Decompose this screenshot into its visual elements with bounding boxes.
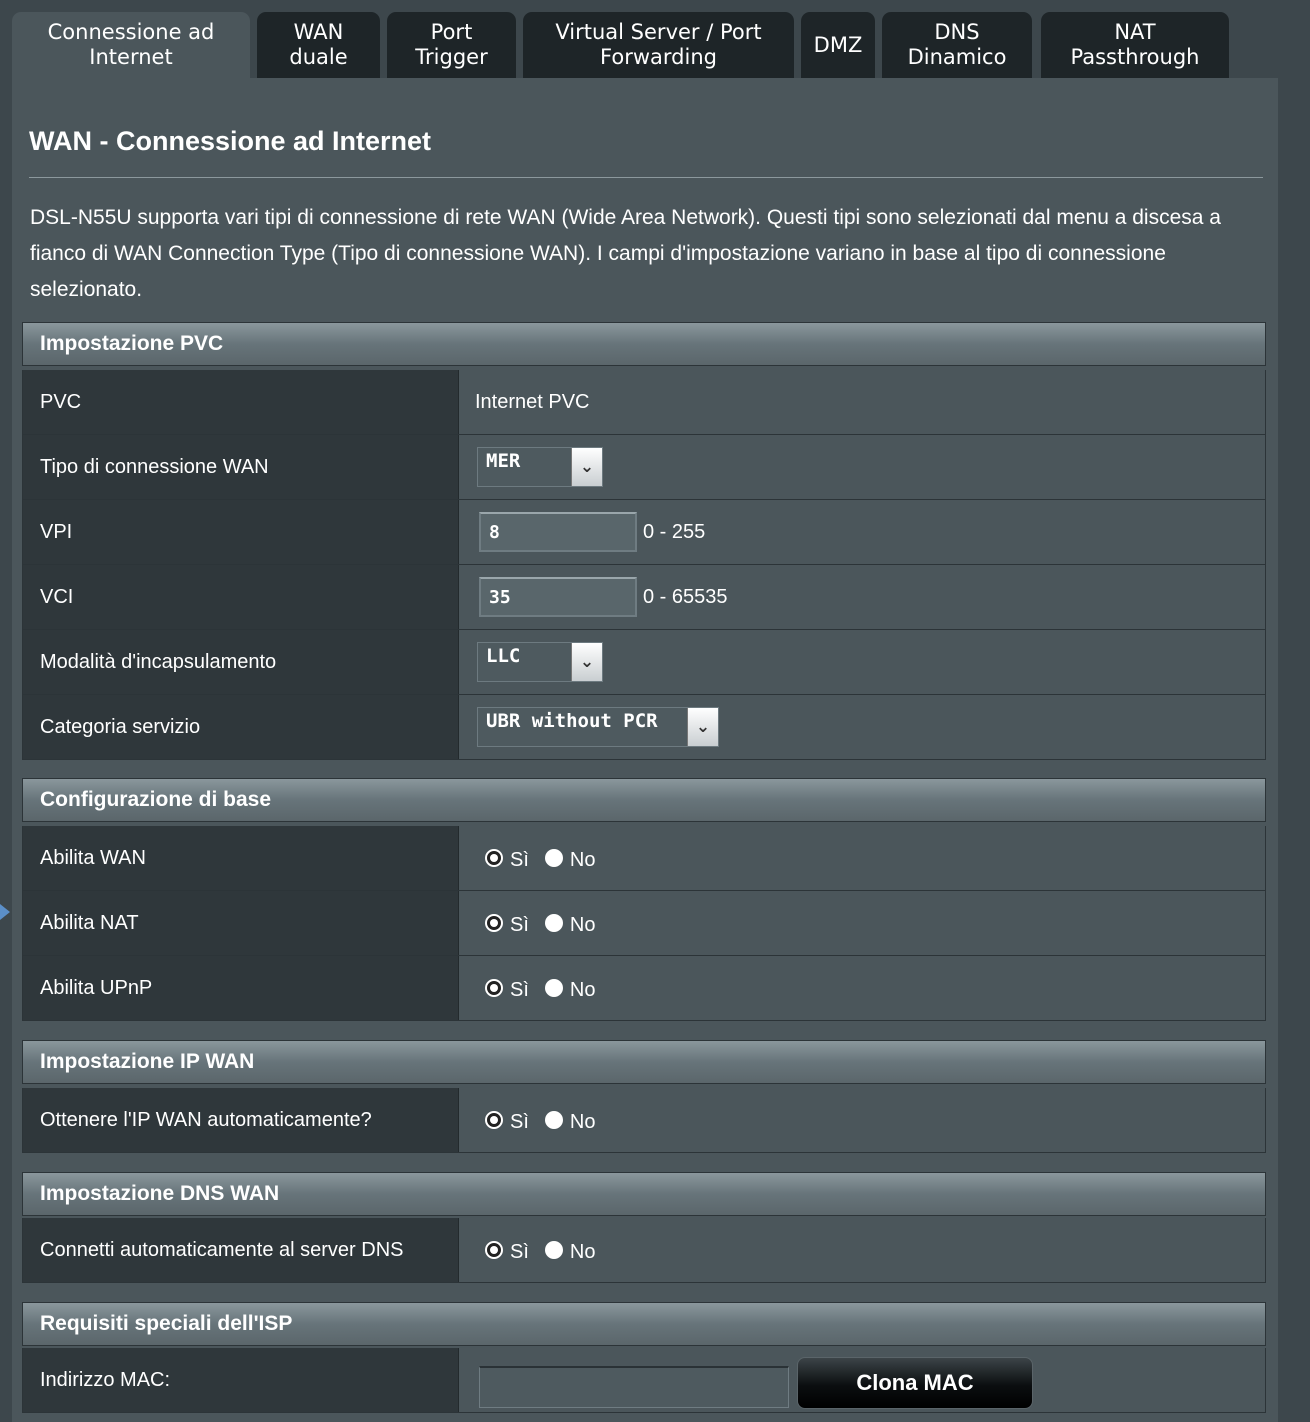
section-header-basic: Configurazione di base xyxy=(22,778,1266,822)
vci-input[interactable]: 35 xyxy=(479,577,637,617)
row-auto-ip: Ottenere l'IP WAN automaticamente? Sì No xyxy=(22,1088,1266,1153)
enable-wan-no-radio[interactable] xyxy=(544,849,563,867)
content-panel: WAN - Connessione ad Internet DSL-N55U s… xyxy=(12,78,1278,1422)
radio-no-label: No xyxy=(569,848,596,871)
row-enable-wan: Abilita WAN Sì No xyxy=(22,826,1266,891)
row-enable-upnp: Abilita UPnP Sì No xyxy=(22,956,1266,1021)
service-select[interactable]: UBR without PCR ⌄ xyxy=(477,707,719,747)
row-auto-dns: Connetti automaticamente al server DNS S… xyxy=(22,1218,1266,1283)
wan-type-label: Tipo di connessione WAN xyxy=(23,435,459,499)
encap-selected: LLC xyxy=(486,645,521,667)
section-title: Impostazione PVC xyxy=(40,332,224,355)
enable-wan-label: Abilita WAN xyxy=(23,826,459,890)
radio-yes-label: Sì xyxy=(510,1110,529,1133)
tab-dmz[interactable]: DMZ xyxy=(801,12,875,78)
enable-nat-no-radio[interactable] xyxy=(544,914,563,932)
chevron-down-icon[interactable]: ⌄ xyxy=(571,643,602,681)
section-title: Impostazione DNS WAN xyxy=(40,1182,280,1205)
wan-type-select[interactable]: MER ⌄ xyxy=(477,447,603,487)
tab-virtual-server[interactable]: Virtual Server / Port Forwarding xyxy=(523,12,794,78)
auto-ip-yes-radio[interactable] xyxy=(485,1111,503,1129)
vpi-label: VPI xyxy=(23,500,459,564)
title-divider xyxy=(29,177,1263,178)
enable-upnp-yes-radio[interactable] xyxy=(485,979,503,997)
auto-dns-no-radio[interactable] xyxy=(544,1241,563,1259)
tab-dual-wan[interactable]: WAN duale xyxy=(257,12,380,78)
service-selected: UBR without PCR xyxy=(486,710,658,732)
side-marker-icon xyxy=(0,904,10,920)
clone-mac-button[interactable]: Clona MAC xyxy=(797,1357,1033,1409)
mac-address-input[interactable] xyxy=(479,1366,789,1408)
row-pvc: PVC Internet PVC xyxy=(22,370,1266,435)
page-description: DSL-N55U supporta vari tipi di connessio… xyxy=(30,206,1221,301)
section-title: Impostazione IP WAN xyxy=(40,1050,255,1073)
tab-internet-connection[interactable]: Connessione ad Internet xyxy=(12,12,250,78)
vpi-input[interactable]: 8 xyxy=(479,512,637,552)
pvc-label: PVC xyxy=(23,370,459,434)
encap-select[interactable]: LLC ⌄ xyxy=(477,642,603,682)
section-header-wan-dns: Impostazione DNS WAN xyxy=(22,1172,1266,1216)
auto-dns-yes-radio[interactable] xyxy=(485,1241,503,1259)
vpi-range: 0 - 255 xyxy=(643,520,706,543)
enable-nat-yes-radio[interactable] xyxy=(485,914,503,932)
enable-upnp-label: Abilita UPnP xyxy=(23,956,459,1020)
section-header-wan-ip: Impostazione IP WAN xyxy=(22,1040,1266,1084)
enable-wan-yes-radio[interactable] xyxy=(485,849,503,867)
row-wan-type: Tipo di connessione WAN MER ⌄ xyxy=(22,435,1266,500)
row-mac-address: Indirizzo MAC: Clona MAC xyxy=(22,1348,1266,1413)
radio-no-label: No xyxy=(569,1240,596,1263)
radio-yes-label: Sì xyxy=(510,978,529,1001)
section-header-pvc: Impostazione PVC xyxy=(22,322,1266,366)
row-vci: VCI 35 0 - 65535 xyxy=(22,565,1266,630)
section-title: Configurazione di base xyxy=(40,788,272,811)
tab-port-trigger[interactable]: Port Trigger xyxy=(387,12,516,78)
chevron-down-icon[interactable]: ⌄ xyxy=(687,708,718,746)
section-header-isp: Requisiti speciali dell'ISP xyxy=(22,1302,1266,1346)
auto-ip-label: Ottenere l'IP WAN automaticamente? xyxy=(23,1088,459,1152)
radio-no-label: No xyxy=(569,978,596,1001)
radio-yes-label: Sì xyxy=(510,1240,529,1263)
service-label: Categoria servizio xyxy=(23,695,459,759)
radio-yes-label: Sì xyxy=(510,913,529,936)
vci-label: VCI xyxy=(23,565,459,629)
row-enable-nat: Abilita NAT Sì No xyxy=(22,891,1266,956)
chevron-down-icon[interactable]: ⌄ xyxy=(571,448,602,486)
encap-label: Modalità d'incapsulamento xyxy=(23,630,459,694)
radio-no-label: No xyxy=(569,913,596,936)
tab-ddns[interactable]: DNS Dinamico xyxy=(882,12,1032,78)
pvc-value: Internet PVC xyxy=(475,390,590,413)
auto-ip-no-radio[interactable] xyxy=(544,1111,563,1129)
auto-dns-label: Connetti automaticamente al server DNS xyxy=(23,1218,459,1282)
wan-type-selected: MER xyxy=(486,450,521,472)
mac-label: Indirizzo MAC: xyxy=(23,1348,459,1412)
row-encapsulation: Modalità d'incapsulamento LLC ⌄ xyxy=(22,630,1266,695)
vci-range: 0 - 65535 xyxy=(643,585,728,608)
row-service-category: Categoria servizio UBR without PCR ⌄ xyxy=(22,695,1266,760)
tab-nat-passthrough[interactable]: NAT Passthrough xyxy=(1041,12,1229,78)
radio-yes-label: Sì xyxy=(510,848,529,871)
radio-no-label: No xyxy=(569,1110,596,1133)
enable-nat-label: Abilita NAT xyxy=(23,891,459,955)
section-title: Requisiti speciali dell'ISP xyxy=(40,1312,293,1335)
page-title: WAN - Connessione ad Internet xyxy=(29,126,432,156)
row-vpi: VPI 8 0 - 255 xyxy=(22,500,1266,565)
enable-upnp-no-radio[interactable] xyxy=(544,979,563,997)
